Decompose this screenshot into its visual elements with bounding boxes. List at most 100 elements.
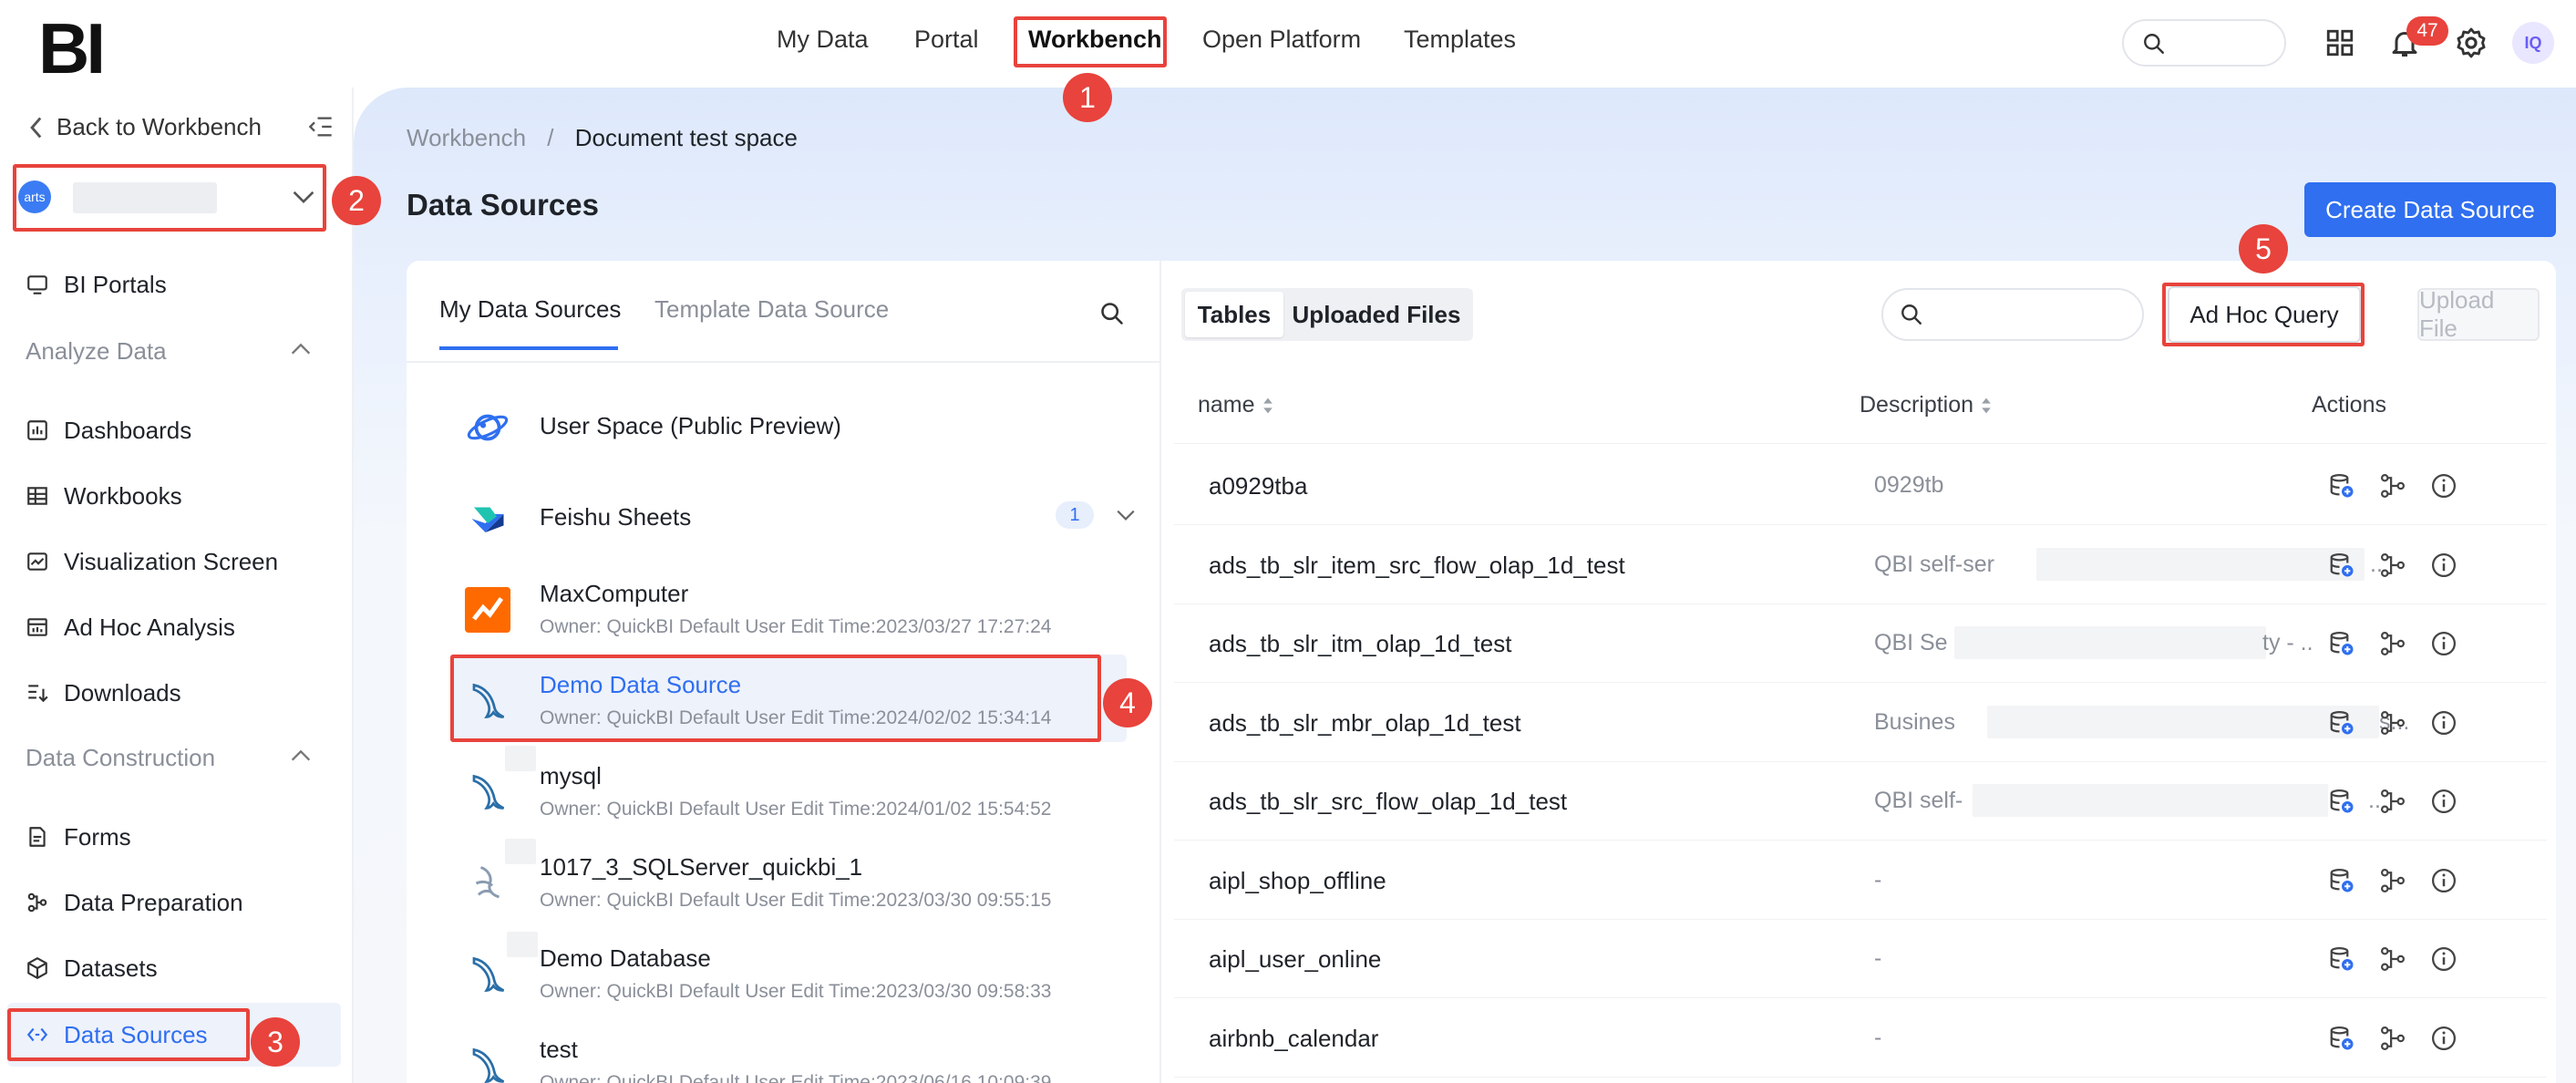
lineage-icon[interactable] bbox=[2379, 1025, 2406, 1052]
table-name[interactable]: aipl_shop_offline bbox=[1209, 867, 1386, 895]
table-search-input[interactable] bbox=[1881, 288, 2144, 341]
data-source-item-feishu-sheets[interactable]: Feishu Sheets 1 bbox=[450, 472, 1135, 560]
gear-icon[interactable] bbox=[2454, 26, 2488, 60]
info-icon[interactable] bbox=[2430, 945, 2458, 973]
lineage-icon[interactable] bbox=[2379, 630, 2406, 657]
app-logo[interactable]: BI bbox=[38, 7, 106, 90]
column-header-name[interactable]: name bbox=[1198, 392, 1273, 418]
group-data-construction[interactable]: Data Construction bbox=[26, 744, 215, 772]
segment-tables[interactable]: Tables bbox=[1185, 292, 1283, 337]
sidebar-item-data-preparation[interactable]: Data Preparation bbox=[26, 879, 243, 926]
add-dataset-icon[interactable] bbox=[2328, 472, 2355, 500]
column-header-description[interactable]: Description bbox=[1860, 392, 1992, 418]
search-icon[interactable] bbox=[1099, 301, 1125, 326]
redacted-badge bbox=[505, 746, 536, 771]
add-dataset-icon[interactable] bbox=[2328, 788, 2355, 815]
add-dataset-icon[interactable] bbox=[2328, 709, 2355, 737]
collapse-sidebar-icon[interactable] bbox=[308, 115, 334, 139]
table-list-panel: Tables Uploaded Files Ad Hoc Query Uploa… bbox=[1159, 261, 2556, 1083]
lineage-icon[interactable] bbox=[2379, 945, 2406, 973]
lineage-icon[interactable] bbox=[2379, 552, 2406, 579]
tab-template-data-source[interactable]: Template Data Source bbox=[654, 295, 889, 324]
table-row[interactable]: ads_tb_slr_itm_olap_1d_test QBI Se ty - .. bbox=[1174, 604, 2547, 683]
data-source-item-mysql[interactable]: mysql Owner: QuickBI Default User Edit T… bbox=[450, 746, 1127, 833]
data-source-item-maxcomputer[interactable]: MaxComputer Owner: QuickBI Default User … bbox=[450, 563, 1127, 651]
redacted-description bbox=[1973, 784, 2328, 817]
table-row[interactable]: aipl_user_online - bbox=[1174, 920, 2547, 998]
data-source-item-user-space[interactable]: User Space (Public Preview) bbox=[450, 381, 1127, 469]
apps-grid-icon[interactable] bbox=[2324, 27, 2355, 58]
info-icon[interactable] bbox=[2430, 709, 2458, 737]
add-dataset-icon[interactable] bbox=[2328, 1025, 2355, 1052]
sidebar-item-visualization-screen[interactable]: Visualization Screen bbox=[26, 538, 278, 585]
sidebar-item-ad-hoc-analysis[interactable]: Ad Hoc Analysis bbox=[26, 603, 235, 651]
sidebar-item-dashboards[interactable]: Dashboards bbox=[26, 407, 191, 454]
table-name[interactable]: airbnb_calendar bbox=[1209, 1025, 1378, 1053]
table-name[interactable]: ads_tb_slr_itm_olap_1d_test bbox=[1209, 630, 1511, 658]
table-row[interactable]: ads_tb_slr_mbr_olap_1d_test Busines s... bbox=[1174, 684, 2547, 762]
nav-portal[interactable]: Portal bbox=[914, 26, 979, 54]
lineage-icon[interactable] bbox=[2379, 867, 2406, 894]
table-row[interactable]: ads_tb_slr_src_flow_olap_1d_test QBI self… bbox=[1174, 762, 2547, 841]
lineage-icon[interactable] bbox=[2379, 472, 2406, 500]
info-icon[interactable] bbox=[2430, 552, 2458, 579]
sidebar-item-workbooks[interactable]: Workbooks bbox=[26, 472, 182, 520]
breadcrumb-root[interactable]: Workbench bbox=[407, 124, 526, 151]
sqlserver-icon bbox=[475, 866, 500, 899]
breadcrumb: Workbench / Document test space bbox=[407, 124, 798, 152]
upload-file-button[interactable]: Upload File bbox=[2417, 286, 2540, 342]
global-search-input[interactable] bbox=[2122, 19, 2286, 67]
sidebar-item-bi-portals[interactable]: BI Portals bbox=[26, 261, 167, 308]
data-source-item-demo-database[interactable]: Demo Database Owner: QuickBI Default Use… bbox=[450, 928, 1127, 1016]
table-row[interactable]: ads_tb_slr_item_src_flow_olap_1d_test QBI… bbox=[1174, 526, 2547, 604]
group-analyze-data[interactable]: Analyze Data bbox=[26, 337, 167, 366]
mysql-dolphin-icon bbox=[472, 956, 505, 992]
add-dataset-icon[interactable] bbox=[2328, 867, 2355, 894]
table-description: - bbox=[1874, 945, 1882, 971]
info-icon[interactable] bbox=[2430, 630, 2458, 657]
create-data-source-button[interactable]: Create Data Source bbox=[2304, 182, 2556, 237]
nav-my-data[interactable]: My Data bbox=[777, 26, 869, 54]
table-row[interactable]: a0929tba 0929tb bbox=[1174, 447, 2547, 525]
data-source-item-sqlserver[interactable]: 1017_3_SQLServer_quickbi_1 Owner: QuickB… bbox=[450, 837, 1127, 924]
add-dataset-icon[interactable] bbox=[2328, 945, 2355, 973]
lineage-icon[interactable] bbox=[2379, 788, 2406, 815]
data-source-name: mysql bbox=[540, 762, 602, 789]
chevron-down-icon[interactable] bbox=[1116, 509, 1136, 521]
sidebar-item-datasets[interactable]: Datasets bbox=[26, 944, 158, 992]
chevron-up-icon[interactable] bbox=[290, 343, 312, 356]
sidebar-item-downloads[interactable]: Downloads bbox=[26, 669, 181, 717]
nav-templates[interactable]: Templates bbox=[1404, 26, 1516, 54]
tab-my-data-sources[interactable]: My Data Sources bbox=[439, 295, 621, 324]
breadcrumb-current: Document test space bbox=[574, 124, 798, 151]
table-name[interactable]: aipl_user_online bbox=[1209, 945, 1381, 974]
table-description: QBI self-ser bbox=[1874, 551, 1994, 577]
table-icon bbox=[27, 487, 47, 505]
chevron-up-icon[interactable] bbox=[290, 749, 312, 762]
redacted-description bbox=[2036, 547, 2365, 581]
info-icon[interactable] bbox=[2430, 472, 2458, 500]
table-name[interactable]: a0929tba bbox=[1209, 472, 1307, 500]
info-icon[interactable] bbox=[2430, 1025, 2458, 1052]
table-row[interactable]: aipl_shop_offline - bbox=[1174, 841, 2547, 920]
table-name[interactable]: ads_tb_slr_item_src_flow_olap_1d_test bbox=[1209, 552, 1625, 580]
add-dataset-icon[interactable] bbox=[2328, 552, 2355, 579]
table-row[interactable]: airbnb_calendar - bbox=[1174, 999, 2547, 1078]
sort-icon bbox=[1262, 397, 1273, 413]
sort-icon bbox=[1982, 397, 1991, 413]
sidebar-item-label: Dashboards bbox=[64, 416, 192, 444]
user-avatar[interactable]: IQ bbox=[2512, 22, 2554, 64]
data-source-item-test[interactable]: test Owner: QuickBI Default User Edit Ti… bbox=[450, 1019, 1127, 1083]
sidebar-item-forms[interactable]: Forms bbox=[26, 813, 131, 861]
segment-uploaded-files[interactable]: Uploaded Files bbox=[1283, 292, 1469, 337]
add-dataset-icon[interactable] bbox=[2328, 630, 2355, 657]
back-to-workbench-link[interactable]: Back to Workbench bbox=[27, 113, 262, 141]
nav-open-platform[interactable]: Open Platform bbox=[1202, 26, 1361, 54]
info-icon[interactable] bbox=[2430, 867, 2458, 894]
table-name[interactable]: ads_tb_slr_src_flow_olap_1d_test bbox=[1209, 788, 1567, 816]
info-icon[interactable] bbox=[2430, 788, 2458, 815]
sidebar-item-label: Datasets bbox=[64, 954, 158, 982]
source-count-badge: 1 bbox=[1056, 501, 1094, 529]
lineage-icon[interactable] bbox=[2379, 709, 2406, 737]
table-name[interactable]: ads_tb_slr_mbr_olap_1d_test bbox=[1209, 709, 1521, 737]
